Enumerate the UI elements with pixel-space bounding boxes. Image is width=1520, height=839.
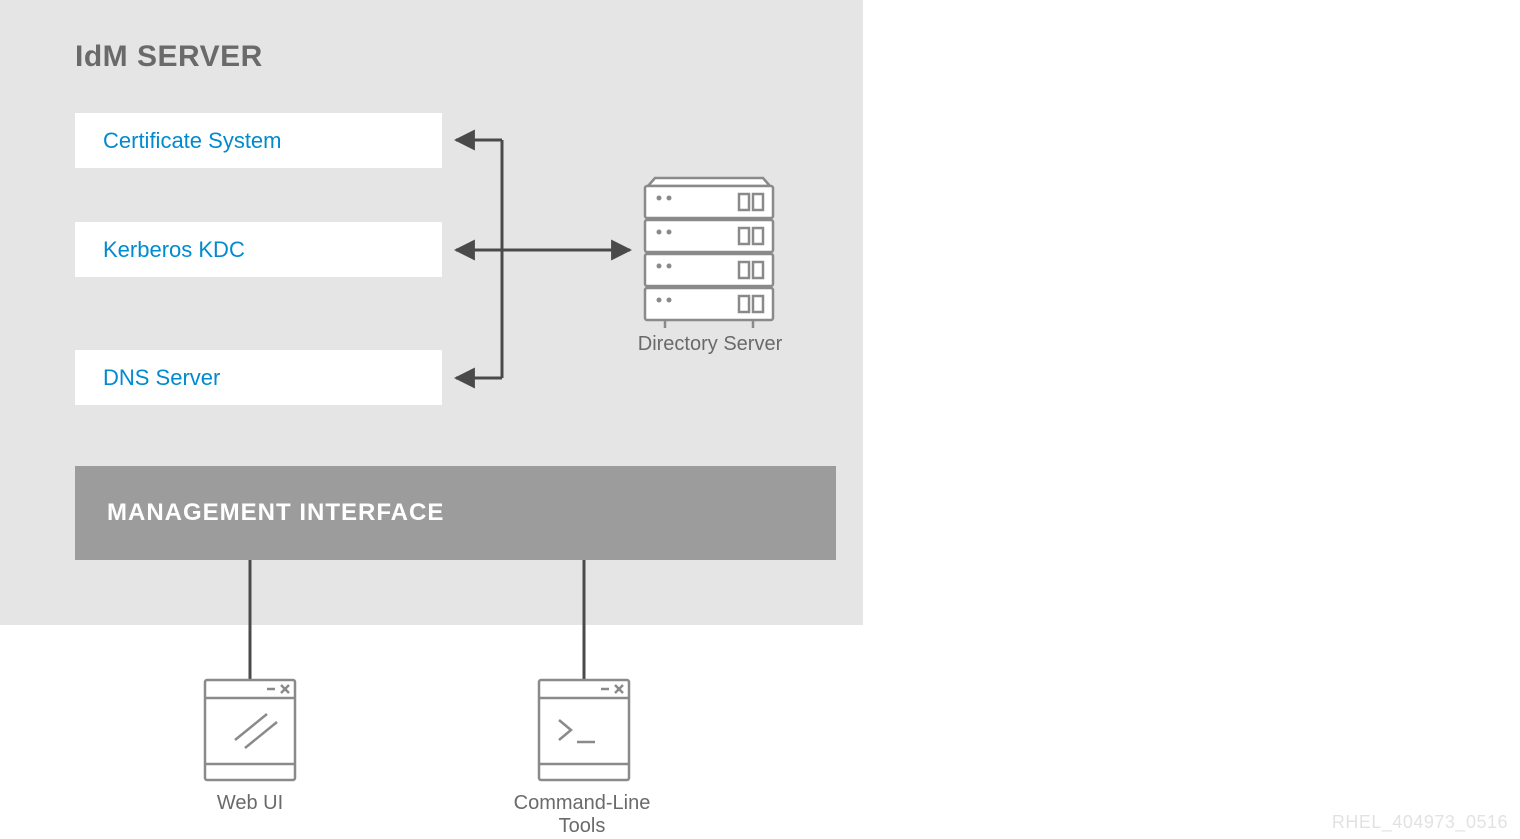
kerberos-kdc-box: Kerberos KDC (75, 222, 442, 277)
dns-server-box: DNS Server (75, 350, 442, 405)
certificate-system-label: Certificate System (103, 128, 282, 154)
dns-server-label: DNS Server (103, 365, 220, 391)
management-interface-label: MANAGEMENT INTERFACE (107, 499, 444, 527)
management-interface-bar: MANAGEMENT INTERFACE (75, 466, 836, 560)
certificate-system-box: Certificate System (75, 113, 442, 168)
server-title: IdM SERVER (75, 40, 263, 74)
directory-server-label: Directory Server (610, 333, 810, 356)
cli-icon (539, 680, 629, 780)
footer-id: RHEL_404973_0516 (1332, 812, 1508, 833)
cli-tools-label: Command-Line Tools (492, 792, 672, 838)
web-ui-label: Web UI (170, 792, 330, 815)
kerberos-kdc-label: Kerberos KDC (103, 237, 245, 263)
idm-server-container: IdM SERVER Certificate System Kerberos K… (0, 0, 863, 625)
web-ui-icon (205, 680, 295, 780)
